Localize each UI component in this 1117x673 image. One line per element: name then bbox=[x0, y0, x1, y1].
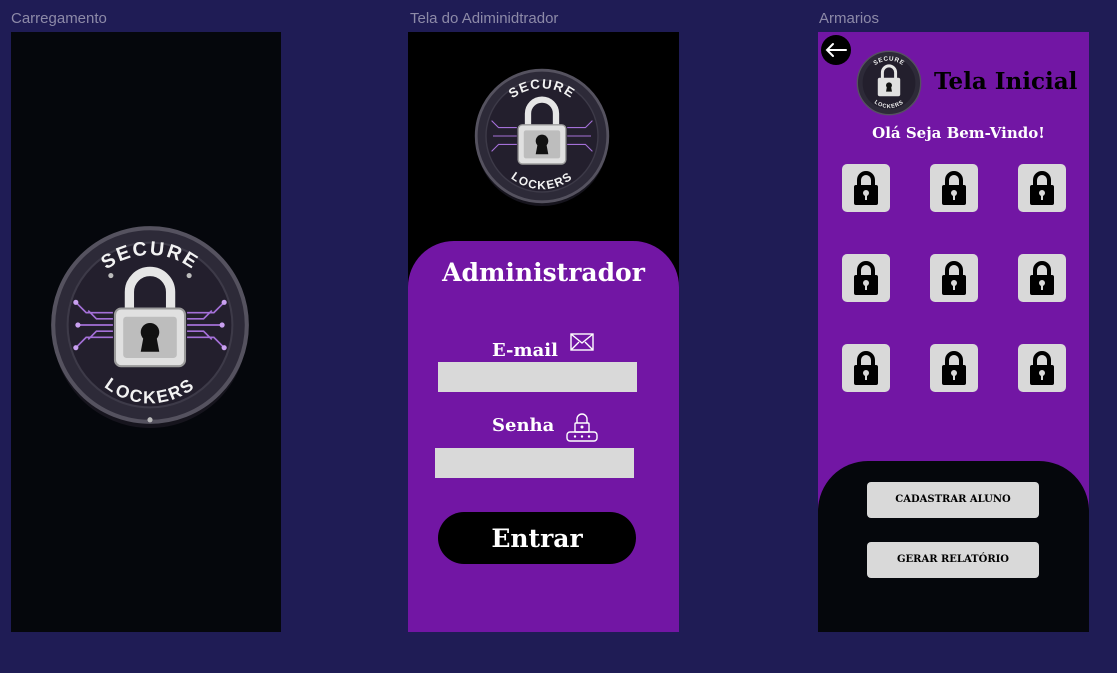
generate-report-button[interactable]: GERAR RELATÓRIO bbox=[867, 542, 1039, 578]
frame-label-lockers: Armarios bbox=[819, 10, 880, 27]
admin-login-screen: SECURE LOCKERS Administrador E-mail Senh… bbox=[408, 32, 679, 632]
email-label: E-mail bbox=[492, 340, 558, 361]
locker-button[interactable] bbox=[1018, 164, 1066, 212]
welcome-text: Olá Seja Bem-Vindo! bbox=[872, 124, 1045, 142]
padlock-icon bbox=[854, 351, 878, 385]
padlock-icon bbox=[1030, 351, 1054, 385]
locker-button[interactable] bbox=[1018, 344, 1066, 392]
mail-icon bbox=[570, 333, 594, 351]
login-panel bbox=[408, 241, 679, 632]
loading-screen: SECURE LOCKERS bbox=[11, 32, 281, 632]
register-student-button[interactable]: CADASTRAR ALUNO bbox=[867, 482, 1039, 518]
secure-lockers-logo: SECURE LOCKERS bbox=[474, 68, 610, 206]
admin-title: Administrador bbox=[442, 258, 645, 287]
secure-lockers-logo: SECURE LOCKERS bbox=[51, 226, 249, 428]
secure-lockers-logo: SECURE LOCKERS bbox=[856, 50, 922, 116]
padlock-icon bbox=[854, 171, 878, 205]
locker-button[interactable] bbox=[930, 254, 978, 302]
back-button[interactable] bbox=[821, 35, 851, 65]
locker-button[interactable] bbox=[930, 344, 978, 392]
email-field[interactable] bbox=[438, 362, 637, 392]
password-label: Senha bbox=[492, 415, 555, 436]
locker-button[interactable] bbox=[842, 344, 890, 392]
locker-button[interactable] bbox=[842, 254, 890, 302]
padlock-icon bbox=[1030, 261, 1054, 295]
submit-button[interactable]: Entrar bbox=[438, 512, 636, 564]
frame-label-loading: Carregamento bbox=[11, 10, 107, 27]
page-title: Tela Inicial bbox=[934, 68, 1078, 95]
padlock-icon bbox=[942, 351, 966, 385]
padlock-icon bbox=[854, 261, 878, 295]
padlock-icon bbox=[942, 171, 966, 205]
password-lock-icon bbox=[566, 413, 598, 442]
lockers-screen: SECURE LOCKERS Tela Inicial Olá Seja Bem… bbox=[818, 32, 1089, 632]
frame-label-admin: Tela do Adiminidtrador bbox=[410, 10, 559, 27]
locker-button[interactable] bbox=[842, 164, 890, 212]
padlock-icon bbox=[942, 261, 966, 295]
back-arrow-icon bbox=[825, 43, 847, 57]
locker-button[interactable] bbox=[1018, 254, 1066, 302]
locker-button[interactable] bbox=[930, 164, 978, 212]
password-field[interactable] bbox=[435, 448, 634, 478]
padlock-icon bbox=[1030, 171, 1054, 205]
